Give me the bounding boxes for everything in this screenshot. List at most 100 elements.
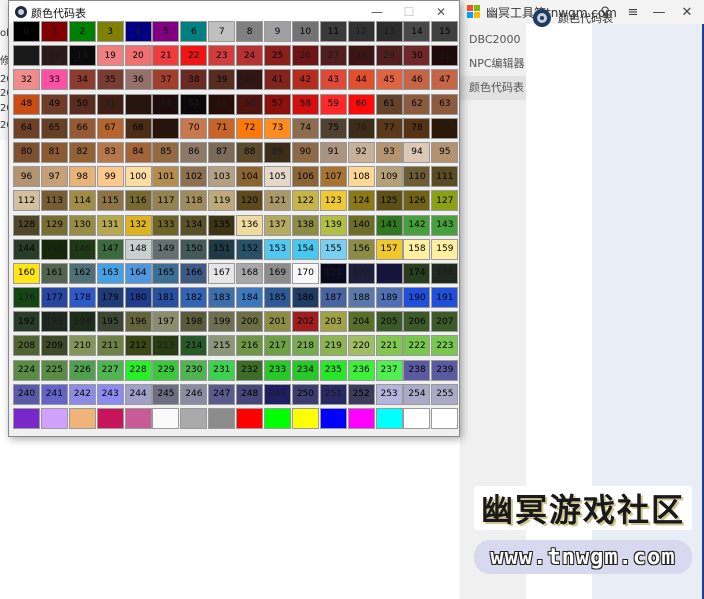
color-swatch[interactable]: 166: [180, 262, 208, 284]
color-swatch[interactable]: 123: [319, 190, 347, 212]
color-swatch[interactable]: 131: [96, 214, 124, 236]
color-swatch[interactable]: 205: [375, 311, 403, 333]
color-swatch[interactable]: 65: [40, 117, 68, 139]
color-swatch[interactable]: 253: [375, 383, 403, 405]
color-swatch[interactable]: 37: [152, 69, 180, 91]
color-swatch[interactable]: 22: [180, 45, 208, 67]
color-swatch[interactable]: 20: [124, 45, 152, 67]
color-swatch[interactable]: 210: [68, 335, 96, 357]
color-swatch[interactable]: 25: [264, 45, 292, 67]
color-swatch[interactable]: 237: [375, 359, 403, 381]
color-swatch[interactable]: 103: [208, 166, 236, 188]
color-swatch[interactable]: 178: [68, 287, 96, 309]
color-swatch[interactable]: [375, 408, 403, 429]
color-swatch[interactable]: 147: [96, 238, 124, 260]
color-swatch[interactable]: 7: [208, 21, 236, 42]
color-swatch[interactable]: 62: [403, 93, 431, 115]
color-swatch[interactable]: 8: [236, 21, 264, 42]
color-swatch[interactable]: [68, 408, 96, 429]
color-swatch[interactable]: 117: [152, 190, 180, 212]
color-swatch[interactable]: 35: [96, 69, 124, 91]
color-swatch[interactable]: 251: [319, 383, 347, 405]
color-swatch[interactable]: 227: [96, 359, 124, 381]
color-swatch[interactable]: 118: [180, 190, 208, 212]
color-swatch[interactable]: 44: [347, 69, 375, 91]
color-swatch[interactable]: 199: [208, 311, 236, 333]
color-swatch[interactable]: 94: [403, 141, 431, 163]
color-swatch[interactable]: [152, 408, 180, 429]
color-swatch[interactable]: 84: [124, 141, 152, 163]
color-swatch[interactable]: 230: [180, 359, 208, 381]
color-swatch[interactable]: 184: [236, 287, 264, 309]
color-swatch[interactable]: 161: [40, 262, 68, 284]
color-swatch[interactable]: 126: [403, 190, 431, 212]
menu-icon[interactable]: ≡: [620, 2, 646, 22]
color-swatch[interactable]: 196: [124, 311, 152, 333]
color-swatch[interactable]: 48: [13, 93, 40, 115]
color-swatch[interactable]: 78: [403, 117, 431, 139]
color-swatch[interactable]: 242: [68, 383, 96, 405]
color-swatch[interactable]: 224: [13, 359, 40, 381]
color-swatch[interactable]: [347, 408, 375, 429]
color-swatch[interactable]: 90: [291, 141, 319, 163]
color-swatch[interactable]: 188: [347, 287, 375, 309]
color-swatch[interactable]: 254: [403, 383, 431, 405]
color-swatch[interactable]: [236, 408, 264, 429]
color-swatch[interactable]: 229: [152, 359, 180, 381]
close-button[interactable]: ✕: [674, 2, 700, 22]
color-swatch[interactable]: 220: [347, 335, 375, 357]
color-swatch[interactable]: 29: [375, 45, 403, 67]
color-swatch[interactable]: 213: [152, 335, 180, 357]
color-swatch[interactable]: 138: [291, 214, 319, 236]
color-swatch[interactable]: 233: [264, 359, 292, 381]
color-swatch[interactable]: 181: [152, 287, 180, 309]
color-swatch[interactable]: 139: [319, 214, 347, 236]
color-swatch[interactable]: 88: [236, 141, 264, 163]
color-swatch[interactable]: 209: [40, 335, 68, 357]
color-swatch[interactable]: 234: [291, 359, 319, 381]
color-swatch[interactable]: 119: [208, 190, 236, 212]
color-swatch[interactable]: 182: [180, 287, 208, 309]
color-swatch[interactable]: 226: [68, 359, 96, 381]
color-swatch[interactable]: 132: [124, 214, 152, 236]
color-swatch[interactable]: 52: [124, 93, 152, 115]
color-swatch[interactable]: 70: [180, 117, 208, 139]
color-swatch[interactable]: 101: [152, 166, 180, 188]
color-swatch[interactable]: [291, 408, 319, 429]
color-swatch[interactable]: 221: [375, 335, 403, 357]
sidebar-item-color-codes[interactable]: 颜色代码表: [460, 76, 526, 100]
color-swatch[interactable]: 247: [208, 383, 236, 405]
color-swatch[interactable]: 34: [68, 69, 96, 91]
color-swatch[interactable]: 73: [264, 117, 292, 139]
color-swatch[interactable]: 74: [291, 117, 319, 139]
color-swatch[interactable]: 91: [319, 141, 347, 163]
color-swatch[interactable]: 172: [347, 262, 375, 284]
color-swatch[interactable]: 255: [431, 383, 459, 405]
color-swatch[interactable]: 160: [13, 262, 40, 284]
color-swatch[interactable]: 152: [236, 238, 264, 260]
color-swatch[interactable]: 149: [152, 238, 180, 260]
color-swatch[interactable]: 218: [291, 335, 319, 357]
color-swatch[interactable]: 56: [236, 93, 264, 115]
color-swatch[interactable]: 33: [40, 69, 68, 91]
color-swatch[interactable]: 1: [40, 21, 68, 42]
color-swatch[interactable]: [124, 408, 152, 429]
color-swatch[interactable]: 238: [403, 359, 431, 381]
color-swatch[interactable]: 16: [13, 45, 40, 67]
color-swatch[interactable]: [13, 408, 40, 429]
color-swatch[interactable]: 137: [264, 214, 292, 236]
color-swatch[interactable]: 200: [236, 311, 264, 333]
color-swatch[interactable]: 136: [236, 214, 264, 236]
color-swatch[interactable]: 175: [431, 262, 459, 284]
color-swatch[interactable]: 244: [124, 383, 152, 405]
color-swatch[interactable]: 40: [236, 69, 264, 91]
color-swatch[interactable]: 204: [347, 311, 375, 333]
color-swatch[interactable]: 142: [403, 214, 431, 236]
color-swatch[interactable]: 54: [180, 93, 208, 115]
color-swatch[interactable]: 26: [291, 45, 319, 67]
color-swatch[interactable]: 141: [375, 214, 403, 236]
color-swatch[interactable]: 27: [319, 45, 347, 67]
color-swatch[interactable]: 214: [180, 335, 208, 357]
color-swatch[interactable]: 89: [264, 141, 292, 163]
color-swatch[interactable]: 193: [40, 311, 68, 333]
